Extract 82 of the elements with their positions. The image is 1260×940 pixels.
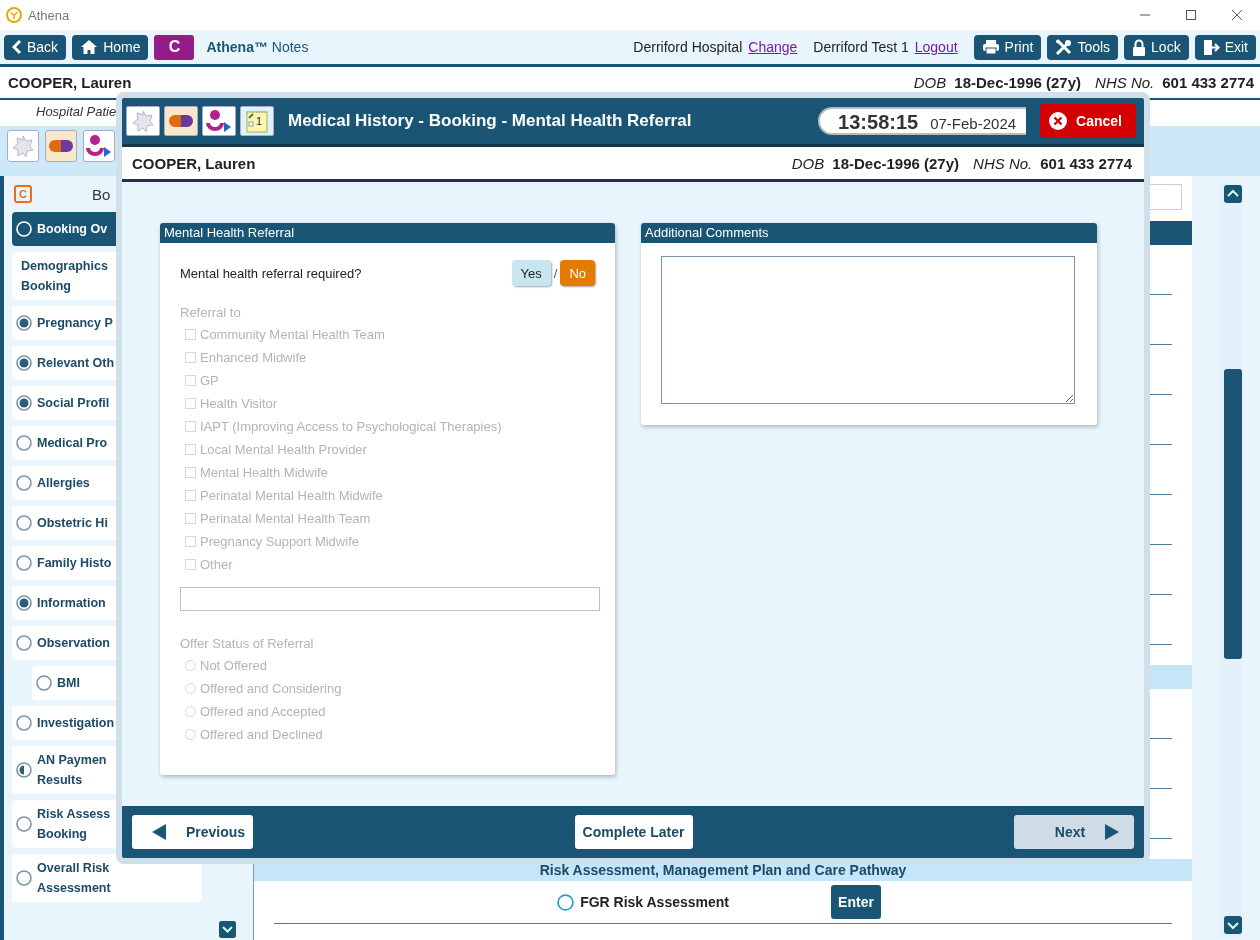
star-icon	[11, 134, 35, 158]
dob-label: DOB	[913, 74, 947, 91]
exit-icon	[1202, 38, 1220, 56]
person-arrow-icon	[206, 109, 232, 133]
dob-value: 18-Dec-1996 (27y)	[954, 74, 1082, 91]
person-arrow-icon	[86, 134, 112, 158]
scroll-down-button[interactable]	[219, 921, 236, 938]
sidebar-item[interactable]: Overall Risk Assessment	[12, 854, 202, 902]
dob-label: DOB	[791, 154, 825, 172]
pill-button[interactable]	[164, 106, 198, 136]
app-logo-icon	[6, 7, 22, 23]
checkbox-label: Pregnancy Support Midwife	[200, 534, 359, 549]
nhs-label: NHS No.	[973, 154, 1033, 172]
scroll-down-button[interactable]	[1224, 916, 1242, 934]
change-link[interactable]: Change	[748, 39, 798, 55]
home-button[interactable]: Home	[72, 34, 149, 60]
exit-button[interactable]: Exit	[1194, 34, 1256, 60]
lock-button[interactable]: Lock	[1124, 34, 1189, 60]
cancel-button[interactable]: Cancel	[1040, 104, 1136, 138]
card-header: Additional Comments	[641, 223, 1097, 243]
case-button[interactable]: C	[154, 34, 195, 60]
comments-text-area[interactable]	[661, 256, 1075, 404]
checkbox-label: Enhanced Midwife	[200, 350, 307, 365]
lock-icon	[1132, 38, 1147, 56]
close-icon	[1048, 111, 1069, 131]
checkbox-label: Mental Health Midwife	[200, 465, 328, 480]
person-button[interactable]	[83, 130, 115, 162]
user-name: Derriford Test 1	[813, 39, 909, 55]
sidebar-header: Bo	[92, 185, 111, 203]
home-icon	[80, 39, 99, 55]
star-button[interactable]	[126, 106, 160, 136]
checkbox-label: Community Mental Health Team	[200, 327, 385, 342]
pill-button[interactable]	[45, 130, 77, 162]
scroll-up-button[interactable]	[1224, 185, 1242, 203]
card-header: Mental Health Referral	[160, 223, 615, 243]
dob-value: 18-Dec-1996 (27y)	[832, 154, 960, 172]
patient-name: COOPER, Lauren	[8, 74, 132, 91]
clock-display: 13:58:15 07-Feb-2024	[818, 107, 1027, 135]
checkbox-label: Other	[200, 557, 233, 572]
complete-later-button[interactable]: Complete Later	[574, 815, 693, 849]
checkbox-label: Local Mental Health Provider	[200, 442, 367, 457]
nhs-number: 601 433 2774	[1162, 74, 1254, 91]
radio-label: Offered and Declined	[200, 727, 323, 742]
row-label: FGR Risk Assessment	[580, 894, 729, 910]
checkbox-label: GP	[200, 373, 219, 388]
checkbox-label: Health Visitor	[200, 396, 278, 411]
pill-icon	[48, 139, 74, 153]
hospital-patient-label: Hospital Patie	[36, 104, 117, 119]
notepad-icon	[245, 109, 269, 133]
nhs-number: 601 433 2774	[1040, 154, 1132, 172]
printer-icon	[981, 39, 1000, 55]
patient-name: COOPER, Lauren	[132, 154, 256, 172]
checkbox-label: IAPT (Improving Access to Psychological Therapies)	[200, 419, 502, 434]
hospital-name: Derriford Hospital	[633, 39, 743, 55]
dialog-title: Medical History - Booking - Mental Health Referral	[288, 111, 692, 131]
left-triangle-icon	[152, 824, 166, 840]
checkbox-label: Perinatal Mental Health Team	[200, 511, 371, 526]
next-button: Next	[1014, 815, 1134, 849]
person-button[interactable]	[202, 106, 236, 136]
scrollbar-thumb[interactable]	[1224, 369, 1242, 659]
checkbox-label: Perinatal Mental Health Midwife	[200, 488, 383, 503]
window-title: Athena	[28, 7, 70, 23]
star-icon	[131, 109, 155, 133]
tools-icon	[1055, 38, 1073, 56]
enter-button[interactable]: Enter	[831, 885, 881, 919]
print-button[interactable]: Print	[973, 34, 1042, 60]
back-icon	[12, 39, 22, 55]
nhs-label: NHS No.	[1095, 74, 1155, 91]
pill-icon	[168, 114, 194, 128]
radio-label: Offered and Accepted	[200, 704, 326, 719]
case-icon: C	[14, 185, 32, 203]
radio-label: Not Offered	[200, 658, 267, 673]
app-name: Athena™ Notes	[206, 39, 309, 55]
star-button[interactable]	[7, 130, 39, 162]
right-triangle-icon	[1105, 824, 1120, 840]
separator-text: /	[553, 265, 558, 281]
logout-link[interactable]: Logout	[914, 39, 958, 55]
previous-button[interactable]: Previous	[132, 815, 254, 849]
back-button[interactable]: Back	[4, 34, 67, 60]
tools-button[interactable]: Tools	[1047, 34, 1119, 60]
note-button[interactable]: 1	[240, 106, 274, 136]
radio-label: Offered and Considering	[200, 681, 342, 696]
